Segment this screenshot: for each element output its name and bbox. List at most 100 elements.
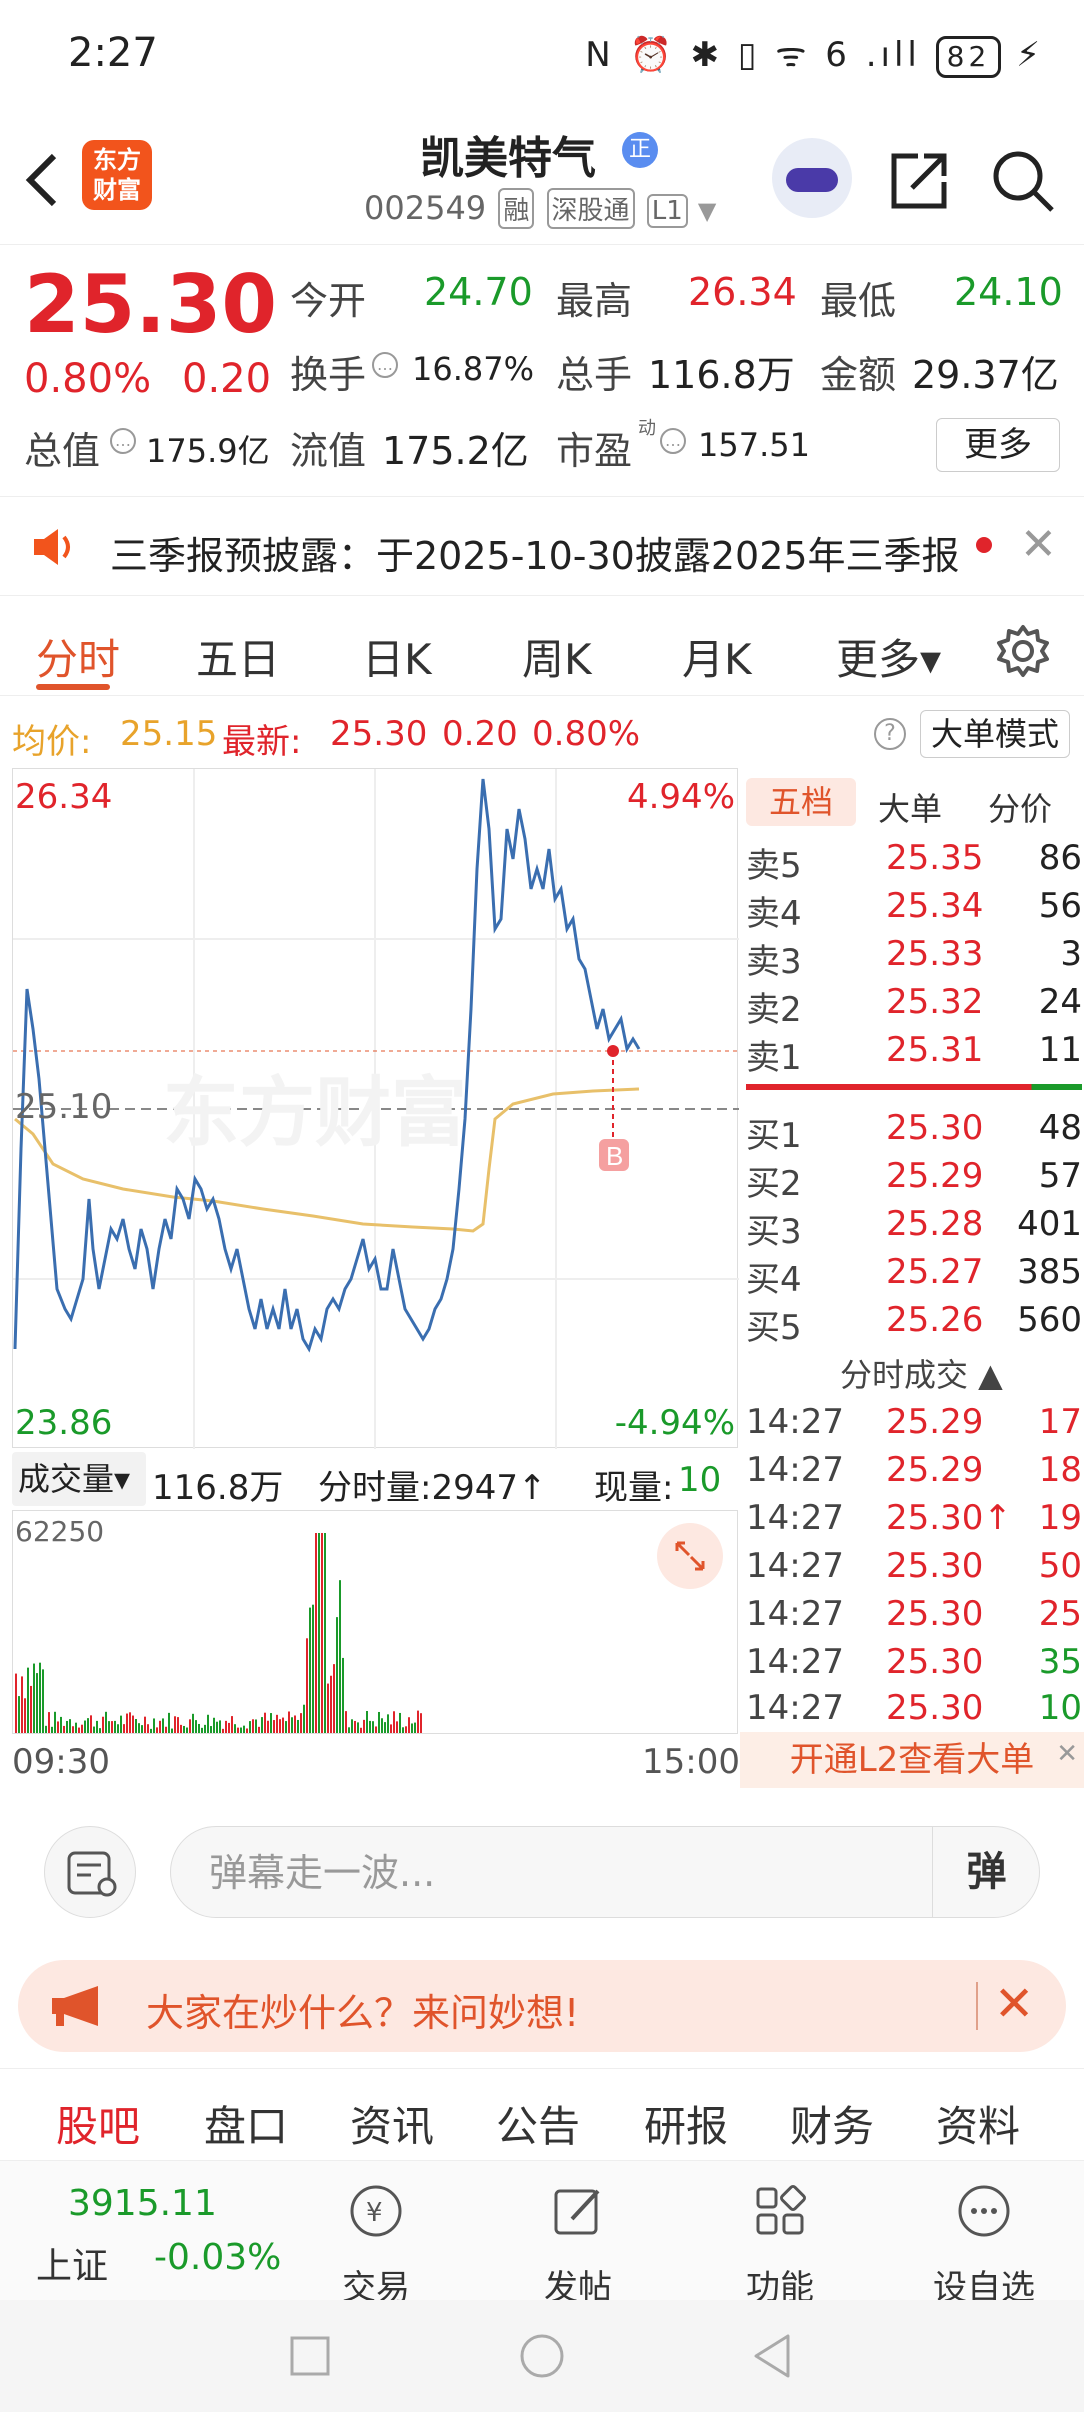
buy-marker: B xyxy=(606,1141,623,1171)
chart-low-price: 23.86 xyxy=(15,1403,113,1443)
search-icon[interactable] xyxy=(990,148,1056,214)
recent-apps-icon[interactable] xyxy=(288,2334,332,2378)
zheng-badge: 正 xyxy=(622,132,658,168)
latest-value: 25.30 xyxy=(330,714,428,754)
close-icon[interactable]: ✕ xyxy=(994,1976,1034,2032)
level-price: 25.27 xyxy=(886,1252,984,1292)
trade-price: 25.30 xyxy=(886,1688,984,1728)
index-name: 上证 xyxy=(36,2246,109,2287)
l2-upgrade-banner[interactable]: 开通L2查看大单 ✕ xyxy=(740,1732,1084,1788)
volume-bar xyxy=(111,1721,113,1733)
gear-icon[interactable] xyxy=(996,624,1050,678)
tab-five-day[interactable]: 五日 xyxy=(196,626,280,687)
volume-bar xyxy=(264,1712,266,1733)
volume-bar xyxy=(303,1704,305,1733)
volume-bar xyxy=(180,1724,182,1733)
trade-time: 14:27 xyxy=(746,1450,844,1490)
info-icon[interactable]: … xyxy=(110,428,136,454)
volume-bar xyxy=(132,1715,134,1733)
volume-bar xyxy=(324,1533,326,1733)
amount-value: 29.37亿 xyxy=(912,353,1059,397)
volume-bar xyxy=(318,1533,320,1733)
intraday-chart[interactable]: 东方财富 B 26.34 4.94% 25.10 23.86 -4.94% xyxy=(12,768,739,1449)
info-icon[interactable]: … xyxy=(660,428,686,454)
level-label: 买2 xyxy=(746,1164,802,1204)
volume-bar xyxy=(150,1728,152,1733)
notice-bar[interactable]: 三季报预披露：于2025-10-30披露2025年三季报 ✕ xyxy=(0,496,1084,596)
volume-bar xyxy=(27,1667,29,1733)
danmu-settings-icon[interactable] xyxy=(44,1826,136,1918)
share-icon[interactable] xyxy=(888,150,950,212)
volume-bar xyxy=(78,1727,80,1733)
volume-chart[interactable]: 62250 xyxy=(12,1510,738,1734)
tab-reports[interactable]: 研报 xyxy=(644,2093,728,2154)
assistant-robot-icon[interactable] xyxy=(772,138,852,218)
chevron-down-icon[interactable]: ▼ xyxy=(698,197,716,225)
volume-bar xyxy=(309,1607,311,1733)
app-logo[interactable]: 东方 财富 xyxy=(82,140,152,210)
danmu-send-button[interactable]: 弹 xyxy=(932,1826,1040,1918)
sell-row-3: 卖3 25.33 3 xyxy=(746,934,1082,982)
volume-bar xyxy=(210,1726,212,1733)
level-price: 25.30 xyxy=(886,1108,984,1148)
volume-bar xyxy=(366,1710,368,1733)
volume-bar xyxy=(90,1715,92,1733)
back-arrow-icon[interactable] xyxy=(22,150,62,210)
edit-icon xyxy=(554,2189,600,2235)
volume-bar xyxy=(231,1716,233,1733)
functions-button[interactable]: 功能 xyxy=(720,2181,840,2309)
trade-volume: 17 xyxy=(1038,1402,1082,1442)
level-label: 卖4 xyxy=(746,894,802,934)
help-icon[interactable]: ? xyxy=(874,718,906,750)
level-price: 25.31 xyxy=(886,1030,984,1070)
tab-finance[interactable]: 财务 xyxy=(790,2093,874,2154)
volume-selector[interactable]: 成交量▾ xyxy=(12,1452,146,1506)
volume-bar xyxy=(312,1604,314,1733)
volume-bar xyxy=(198,1723,200,1733)
level-volume: 401 xyxy=(1017,1204,1082,1244)
close-icon[interactable]: ✕ xyxy=(1056,1726,1078,1782)
tag-connect: 深股通 xyxy=(546,188,635,229)
tab-weekly-k[interactable]: 周K xyxy=(522,626,592,687)
back-icon[interactable] xyxy=(748,2332,796,2380)
more-button[interactable]: 更多 xyxy=(936,418,1060,472)
trade-button[interactable]: ¥ 交易 xyxy=(316,2181,436,2309)
sell-row-1: 卖1 25.31 11 xyxy=(746,1030,1082,1078)
tab-news[interactable]: 资讯 xyxy=(350,2093,434,2154)
volume-bar xyxy=(126,1713,128,1733)
tab-more[interactable]: 更多▾ xyxy=(836,626,941,687)
trade-volume: 50 xyxy=(1038,1546,1082,1586)
big-order-mode-button[interactable]: 大单模式 xyxy=(920,710,1070,758)
pe-value: 157.51 xyxy=(698,426,810,464)
level-label: 买4 xyxy=(746,1260,802,1300)
volume-bar xyxy=(387,1714,389,1733)
tab-market[interactable]: 盘口 xyxy=(204,2093,288,2154)
volume-bar xyxy=(402,1727,404,1733)
volume-bar xyxy=(270,1713,272,1733)
volume-bar xyxy=(147,1724,149,1733)
volume-bar xyxy=(330,1675,332,1733)
home-icon[interactable] xyxy=(518,2332,566,2380)
svg-text:¥: ¥ xyxy=(366,2198,383,2228)
volume-bar xyxy=(261,1717,263,1733)
trades-title[interactable]: 分时成交 ▲ xyxy=(840,1350,1003,1396)
info-icon[interactable]: … xyxy=(372,352,398,378)
tab-monthly-k[interactable]: 月K xyxy=(682,626,752,687)
avg-value: 25.15 xyxy=(120,714,218,754)
volume-bar xyxy=(18,1696,20,1733)
tab-big-orders[interactable]: 大单 xyxy=(878,784,942,830)
index-ticker[interactable]: 3915.11 上证 -0.03% xyxy=(0,2161,290,2301)
tab-five-levels[interactable]: 五档 xyxy=(746,778,856,826)
ask-banner[interactable]: 大家在炒什么？来问妙想! ✕ xyxy=(18,1960,1066,2052)
tab-profile[interactable]: 资料 xyxy=(936,2093,1020,2154)
tab-announcements[interactable]: 公告 xyxy=(496,2093,580,2154)
close-icon[interactable]: ✕ xyxy=(1020,519,1057,570)
tab-forum[interactable]: 股吧 xyxy=(56,2093,140,2154)
add-watchlist-button[interactable]: 设自选 xyxy=(924,2181,1044,2309)
danmu-input[interactable]: 弹幕走一波... xyxy=(170,1826,1040,1918)
tab-price-dist[interactable]: 分价 xyxy=(988,784,1052,830)
tab-daily-k[interactable]: 日K xyxy=(362,626,432,687)
post-button[interactable]: 发帖 xyxy=(518,2181,638,2309)
volume-bar xyxy=(165,1726,167,1733)
tab-intraday[interactable]: 分时 xyxy=(36,626,120,687)
